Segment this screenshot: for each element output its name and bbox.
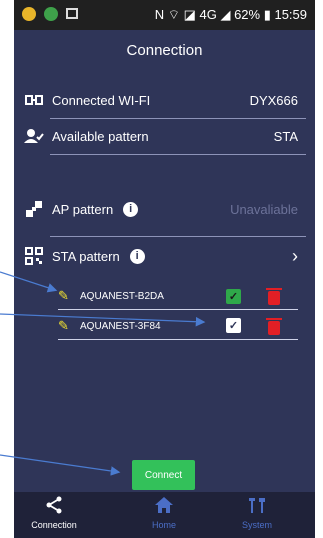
network-select-checkbox[interactable]: ✓	[226, 318, 241, 333]
divider	[50, 154, 306, 155]
network-name: AQUANEST-B2DA	[80, 290, 164, 302]
notification-icons	[22, 7, 78, 21]
connected-wifi-label: Connected WI-FI	[52, 92, 151, 108]
trash-icon[interactable]	[266, 318, 282, 335]
app-notification-icon	[22, 7, 36, 21]
page-title-text: Connection	[126, 41, 203, 59]
link-icon	[24, 90, 44, 110]
page-title: Connection	[14, 30, 315, 70]
tab-connection[interactable]: Connection	[14, 496, 94, 536]
sta-pattern-label: STA pattern	[52, 248, 120, 264]
sta-pattern-row[interactable]: STA pattern i ›	[24, 237, 304, 275]
network-item[interactable]: ✎ AQUANEST-3F84	[58, 311, 296, 341]
connected-wifi-row: Connected WI-FI DYX666	[24, 81, 304, 119]
tab-label: Home	[151, 520, 176, 530]
network-selected-checkbox[interactable]: ✓	[226, 289, 241, 304]
phone-screen: N ⌔ ◪ 4G ◢ 62% ▮ 15:59 Connection Connec…	[14, 0, 315, 538]
screenshot-icon	[66, 8, 78, 19]
divider	[58, 309, 298, 310]
expand-icon	[24, 199, 44, 219]
status-text: N ⌔ ◪ 4G ◢ 62% ▮ 15:59	[154, 7, 307, 22]
ap-pattern-row: AP pattern i Unavaliable	[24, 190, 304, 228]
app-notification-icon	[44, 7, 58, 21]
divider	[58, 339, 298, 340]
ap-pattern-value: Unavaliable	[230, 201, 298, 217]
connected-wifi-value: DYX666	[249, 92, 298, 108]
available-pattern-value: STA	[273, 128, 298, 144]
tab-home[interactable]: Home	[124, 496, 204, 536]
network-name: AQUANEST-3F84	[80, 320, 161, 332]
status-indicators: N ⌔ ◪ 4G ◢ 62% ▮ 15:59	[155, 7, 307, 23]
share-icon	[14, 496, 94, 518]
available-pattern-label: Available pattern	[52, 128, 149, 144]
qr-icon	[24, 246, 44, 266]
pencil-icon[interactable]: ✎	[58, 288, 74, 304]
status-bar: N ⌔ ◪ 4G ◢ 62% ▮ 15:59	[14, 0, 315, 30]
tab-label: Connection	[31, 520, 77, 530]
trash-icon[interactable]	[266, 288, 282, 305]
home-icon	[124, 496, 204, 518]
network-item[interactable]: ✎ AQUANEST-B2DA	[58, 281, 296, 311]
info-icon[interactable]: i	[123, 201, 139, 217]
ap-pattern-label: AP pattern	[52, 201, 114, 217]
bottom-nav: Connection Home System	[14, 492, 315, 538]
pencil-icon[interactable]: ✎	[58, 318, 74, 334]
chevron-right-icon[interactable]: ›	[292, 246, 298, 267]
tab-system[interactable]: System	[217, 496, 297, 536]
user-check-icon	[24, 126, 44, 146]
tools-icon	[217, 496, 297, 518]
info-icon[interactable]: i	[129, 248, 145, 264]
available-pattern-row: Available pattern STA	[24, 117, 304, 155]
tab-label: System	[241, 520, 272, 530]
connect-button[interactable]: Connect	[132, 460, 195, 490]
